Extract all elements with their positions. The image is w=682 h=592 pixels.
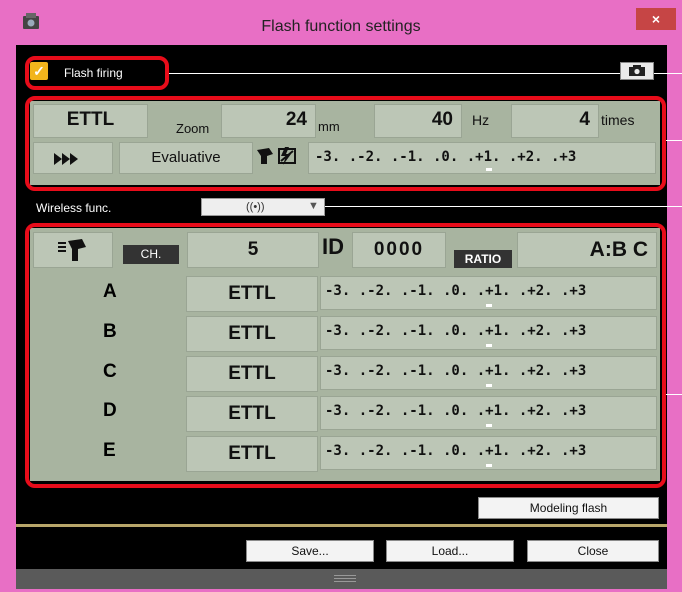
title-bar: Flash function settings × [0,0,682,44]
camera-icon [629,65,645,76]
camera-settings-button[interactable] [620,62,654,80]
save-button[interactable]: Save... [246,540,374,562]
flash-firing-leader-line [169,73,682,74]
flash-panel-leader-line [666,140,682,141]
flash-firing-highlight [25,56,169,90]
wireless-panel-leader-line [666,394,682,395]
resize-grip-bar[interactable] [16,569,667,589]
flash-panel-highlight [25,96,666,191]
window-title: Flash function settings [261,18,421,35]
modeling-flash-button[interactable]: Modeling flash [478,497,659,519]
wireless-panel-highlight [25,223,666,488]
load-button[interactable]: Load... [386,540,514,562]
flash-function-settings-window: Flash function settings × ✓ Flash firing… [0,0,682,592]
wireless-leader-line [325,206,682,207]
wireless-func-value: ((•)) [246,201,265,213]
close-button[interactable]: Close [527,540,659,562]
chevron-down-icon: ▼ [308,200,319,212]
separator [16,524,667,527]
wireless-func-dropdown[interactable]: ((•)) ▼ [201,198,325,216]
grip-handle-icon [334,575,356,576]
close-window-button[interactable]: × [636,8,676,30]
wireless-func-label: Wireless func. [36,201,112,215]
